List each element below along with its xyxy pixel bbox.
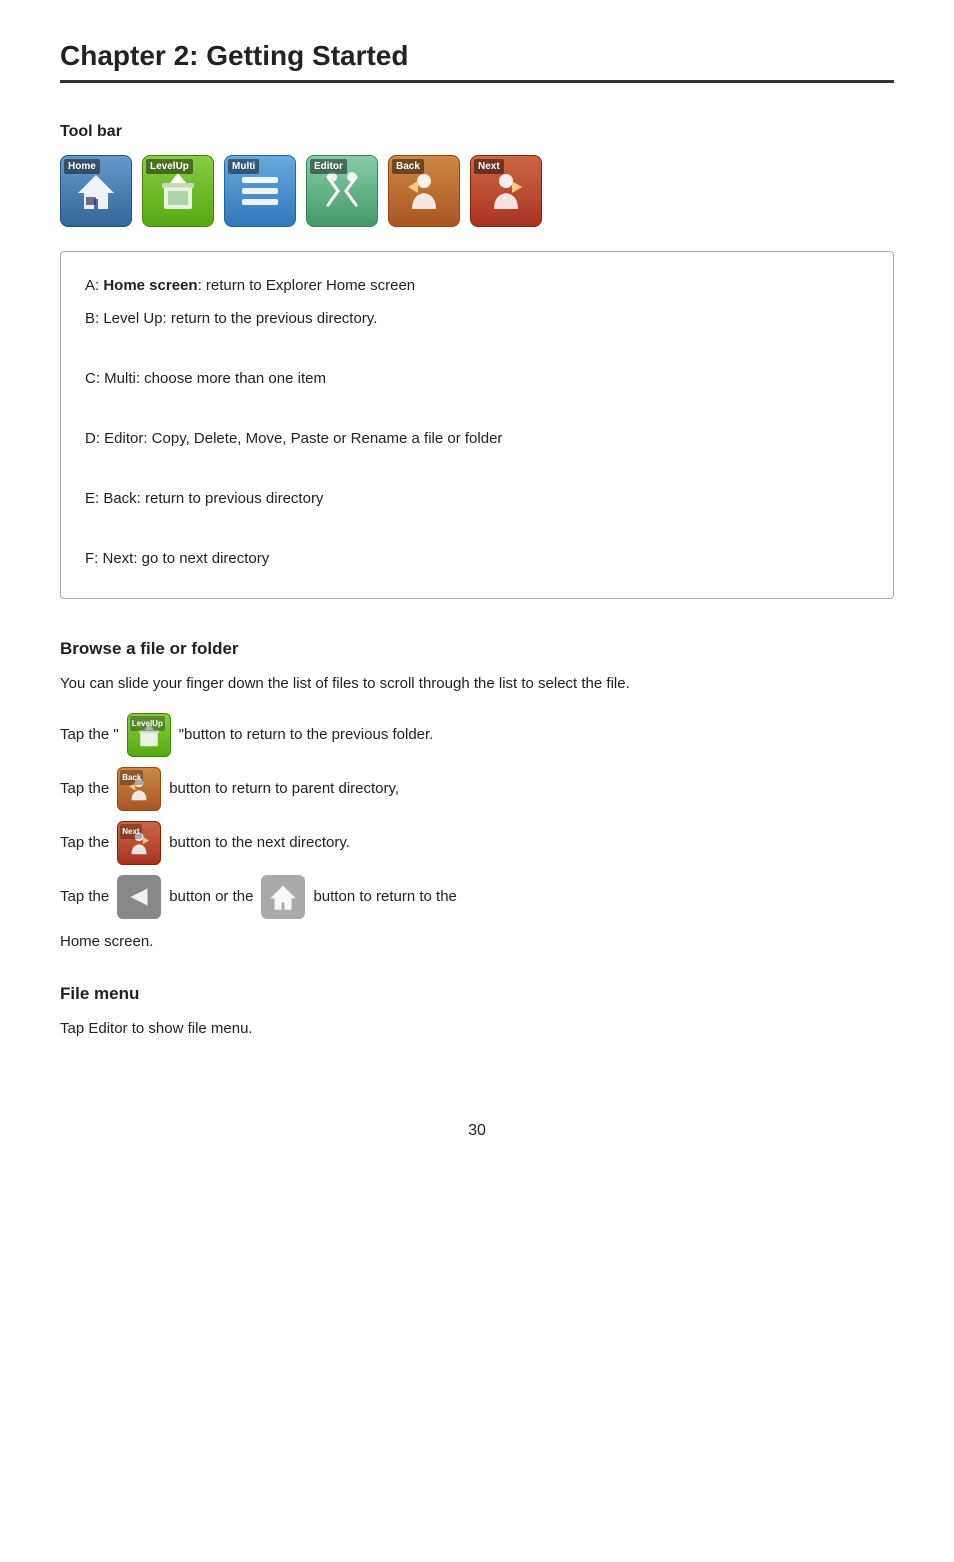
browse-section: Browse a file or folder You can slide yo… (60, 639, 894, 954)
home-alt-svg (266, 880, 300, 914)
levelup-small-caption: LevelUp (130, 716, 165, 732)
desc-f-text: F: Next: go to next directory (85, 550, 269, 567)
multi-svg (236, 167, 284, 215)
action1-suffix: "button to return to the previous folder… (179, 722, 434, 748)
desc-a-key: A: (85, 277, 103, 294)
desc-d-text: D: Editor: Copy, Delete, Move, Paste or … (85, 430, 502, 447)
action-home: Tap the button or the button to return t… (60, 875, 894, 919)
toolbar-icon-editor: Editor (306, 155, 378, 227)
action-levelup: Tap the " LevelUp "button to return to t… (60, 713, 894, 757)
next-small-icon: Next (117, 821, 161, 865)
desc-a: A: Home screen: return to Explorer Home … (85, 272, 869, 299)
editor-caption: Editor (310, 159, 347, 174)
next-icon-box: Next (470, 155, 542, 227)
toolbar-icon-home: Home (60, 155, 132, 227)
toolbar-label: Tool bar (60, 123, 894, 141)
desc-b: B: Level Up: return to the previous dire… (85, 305, 869, 332)
editor-icon-box: Editor (306, 155, 378, 227)
back-icon-box: Back (388, 155, 460, 227)
browse-section-title: Browse a file or folder (60, 639, 894, 659)
desc-f: F: Next: go to next directory (85, 545, 869, 572)
browse-intro-text: You can slide your finger down the list … (60, 671, 894, 697)
desc-a-text: : return to Explorer Home screen (198, 277, 416, 294)
desc-a-bold: Home screen (103, 277, 197, 294)
back-arrow-small-icon (117, 875, 161, 919)
toolbar-icon-levelup: LevelUp (142, 155, 214, 227)
chapter-title: Chapter 2: Getting Started (60, 40, 894, 72)
next-small-caption: Next (120, 824, 141, 840)
action1-prefix: Tap the " (60, 722, 119, 748)
home-caption: Home (64, 159, 100, 174)
multi-caption: Multi (228, 159, 259, 174)
action4-prefix: Tap the (60, 884, 109, 910)
toolbar-icon-back: Back (388, 155, 460, 227)
home-screen-suffix: Home screen. (60, 929, 894, 955)
back-small-caption: Back (120, 770, 143, 786)
levelup-svg (154, 167, 202, 215)
toolbar-section: Tool bar Home LevelUp (60, 123, 894, 599)
action3-prefix: Tap the (60, 830, 109, 856)
back-arrow-svg (122, 880, 156, 914)
back-caption: Back (392, 159, 424, 174)
multi-icon-box: Multi (224, 155, 296, 227)
page-number: 30 (60, 1122, 894, 1140)
desc-d: D: Editor: Copy, Delete, Move, Paste or … (85, 425, 869, 452)
back-small-icon: Back (117, 767, 161, 811)
next-caption: Next (474, 159, 504, 174)
levelup-small-icon: LevelUp (127, 713, 171, 757)
desc-e-text: E: Back: return to previous directory (85, 490, 323, 507)
file-menu-section: File menu Tap Editor to show file menu. (60, 984, 894, 1042)
description-box: A: Home screen: return to Explorer Home … (60, 251, 894, 599)
desc-c: C: Multi: choose more than one item (85, 365, 869, 392)
action-next: Tap the Next button to the next director… (60, 821, 894, 865)
file-menu-title: File menu (60, 984, 894, 1004)
desc-c-text: C: Multi: choose more than one item (85, 370, 326, 387)
home-svg (72, 167, 120, 215)
action4-suffix: button to return to the (313, 884, 456, 910)
desc-e: E: Back: return to previous directory (85, 485, 869, 512)
levelup-icon-box: LevelUp (142, 155, 214, 227)
levelup-caption: LevelUp (146, 159, 193, 174)
toolbar-icon-next: Next (470, 155, 542, 227)
action2-suffix: button to return to parent directory, (169, 776, 399, 802)
home-alt-small-icon (261, 875, 305, 919)
home-icon-box: Home (60, 155, 132, 227)
chapter-divider (60, 80, 894, 83)
desc-b-text: B: Level Up: return to the previous dire… (85, 310, 377, 327)
action3-suffix: button to the next directory. (169, 830, 350, 856)
file-menu-text: Tap Editor to show file menu. (60, 1016, 894, 1042)
toolbar-icon-multi: Multi (224, 155, 296, 227)
action-back: Tap the Back button to return to parent … (60, 767, 894, 811)
action2-prefix: Tap the (60, 776, 109, 802)
editor-svg (318, 167, 366, 215)
toolbar-icons-row: Home LevelUp (60, 155, 894, 227)
next-svg (482, 167, 530, 215)
back-svg (400, 167, 448, 215)
action4-middle: button or the (169, 884, 253, 910)
